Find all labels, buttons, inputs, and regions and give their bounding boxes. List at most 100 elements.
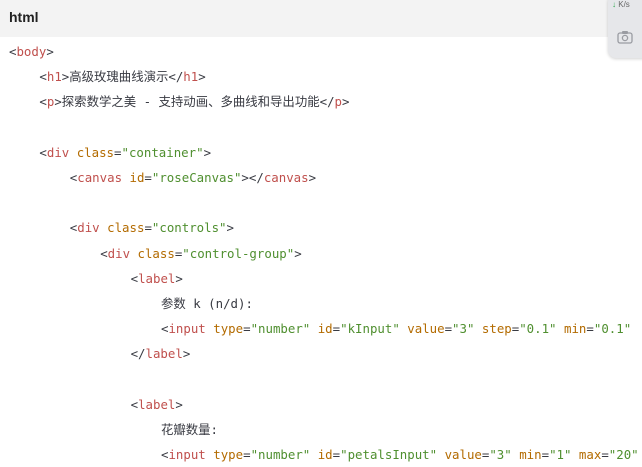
code-token: > bbox=[294, 245, 302, 261]
code-token: type bbox=[213, 321, 244, 337]
code-token: h1 bbox=[183, 69, 199, 85]
code-token: "petalsInput" bbox=[340, 447, 438, 463]
code-token: canvas bbox=[263, 170, 309, 185]
code-token: > bbox=[175, 270, 183, 286]
code-token: = bbox=[332, 321, 341, 337]
code-line: <div class="controls"> bbox=[70, 215, 234, 240]
code-token: min bbox=[519, 447, 542, 463]
code-token: > bbox=[308, 170, 317, 185]
code-token: > bbox=[203, 144, 212, 160]
code-token: = bbox=[332, 447, 341, 463]
code-token: label bbox=[145, 346, 183, 362]
code-token: 花瓣数量: bbox=[161, 422, 219, 437]
code-token: </ bbox=[168, 69, 184, 85]
code-token: < bbox=[130, 270, 139, 286]
download-arrow-icon: ↓ bbox=[612, 0, 616, 9]
code-token: id bbox=[317, 321, 333, 337]
code-token: "number" bbox=[250, 447, 311, 463]
code-line: <input type="number" id="kInput" value="… bbox=[161, 316, 631, 341]
code-token: 高级玫瑰曲线演示 bbox=[69, 69, 169, 85]
code-token: < bbox=[39, 144, 47, 160]
code-token: class bbox=[76, 144, 115, 160]
code-token: </ bbox=[319, 94, 335, 110]
code-token: step bbox=[481, 321, 512, 337]
code-token: = bbox=[541, 447, 550, 463]
code-token: h1 bbox=[46, 69, 62, 85]
code-area[interactable]: <body> <h1>高级玫瑰曲线演示</h1> <p>探索数学之美 - 支持动画、… bbox=[0, 37, 642, 467]
code-token: class bbox=[107, 220, 145, 236]
code-token: = bbox=[586, 321, 594, 337]
code-token: > bbox=[54, 94, 62, 110]
code-token: id bbox=[129, 170, 145, 185]
code-token: input bbox=[168, 447, 206, 463]
code-line: <canvas id="roseCanvas"></canvas> bbox=[70, 165, 316, 190]
code-line: <label> bbox=[131, 266, 183, 291]
code-token: "controls" bbox=[151, 220, 227, 236]
code-line: <p>探索数学之美 - 支持动画、多曲线和导出功能</p> bbox=[39, 89, 349, 114]
code-token: 参数 k (n/d): bbox=[161, 296, 253, 311]
code-language-label: html bbox=[9, 9, 39, 25]
code-block-header: html bbox=[0, 0, 642, 37]
code-line: </label> bbox=[131, 341, 191, 366]
code-token: > bbox=[175, 396, 183, 412]
code-line: <input type="number" id="petalsInput" va… bbox=[161, 442, 639, 467]
code-token: = bbox=[114, 144, 122, 160]
code-token: > bbox=[198, 69, 206, 85]
code-token: < bbox=[100, 245, 108, 261]
code-token: canvas bbox=[77, 170, 123, 185]
code-token: = bbox=[243, 447, 251, 463]
code-line: <h1>高级玫瑰曲线演示</h1> bbox=[39, 64, 205, 89]
code-token: "3" bbox=[489, 447, 512, 463]
code-token: "20" bbox=[608, 447, 639, 463]
code-token: = bbox=[243, 321, 251, 337]
code-token: "0.1" bbox=[519, 321, 557, 337]
code-token: "number" bbox=[250, 321, 311, 337]
code-token: value bbox=[444, 447, 482, 463]
code-token: div bbox=[46, 144, 70, 160]
code-line: 花瓣数量: bbox=[161, 417, 218, 442]
code-line: <label> bbox=[131, 392, 183, 417]
code-token: type bbox=[213, 447, 244, 463]
code-token: > bbox=[46, 44, 54, 59]
code-token: value bbox=[407, 321, 445, 337]
code-token: = bbox=[144, 220, 152, 236]
code-token: p bbox=[334, 94, 342, 110]
code-line: 参数 k (n/d): bbox=[161, 291, 253, 316]
code-token: > bbox=[226, 220, 234, 236]
code-token: label bbox=[138, 396, 176, 412]
code-token: 探索数学之美 - 支持动画、多曲线和导出功能 bbox=[61, 94, 320, 110]
code-token: < bbox=[39, 69, 47, 85]
code-token: div bbox=[107, 245, 131, 261]
code-token: "kInput" bbox=[340, 321, 400, 337]
code-token: body bbox=[16, 44, 47, 59]
code-token: = bbox=[144, 170, 152, 185]
code-line: <div class="container"> bbox=[39, 140, 211, 165]
code-token: "roseCanvas" bbox=[151, 170, 242, 185]
code-token: "1" bbox=[549, 447, 572, 463]
code-token: label bbox=[138, 270, 176, 286]
code-token: < bbox=[39, 94, 47, 110]
code-token: min bbox=[564, 321, 587, 337]
code-token: = bbox=[601, 447, 609, 463]
code-token: "0.1" bbox=[593, 321, 632, 337]
code-token: > bbox=[182, 346, 191, 362]
network-speed-readout: ↓ K/s bbox=[612, 1, 630, 9]
code-token: "container" bbox=[121, 144, 204, 160]
code-token: ></ bbox=[241, 170, 264, 185]
code-token: "control-group" bbox=[182, 245, 295, 261]
code-line: <div class="control-group"> bbox=[100, 241, 301, 266]
code-token: "3" bbox=[452, 321, 475, 337]
code-token: = bbox=[444, 321, 453, 337]
code-token: input bbox=[168, 321, 206, 337]
code-token: < bbox=[130, 396, 139, 412]
